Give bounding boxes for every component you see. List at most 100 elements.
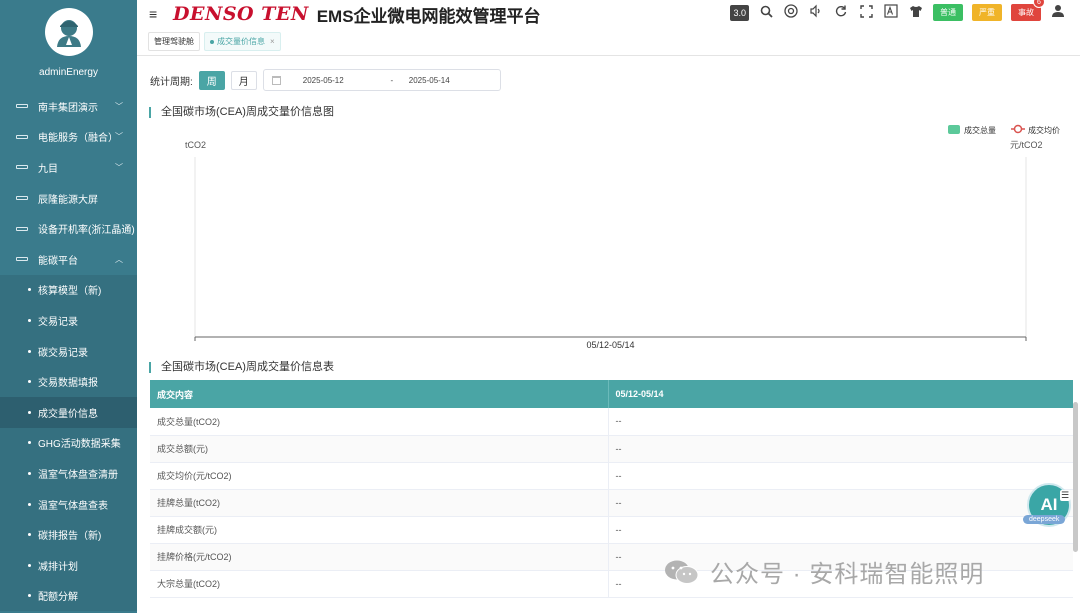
watermark-text: 公众号 · 安科瑞智能照明 bbox=[710, 561, 985, 588]
bullet-dot bbox=[28, 441, 31, 445]
user-icon[interactable] bbox=[1050, 4, 1066, 21]
sidebar-subitem-2[interactable]: 碳交易记录 bbox=[0, 335, 137, 367]
sidebar-menu: 南丰集团演示 ﹀ 电能服务（融合） ﹀ 九目 ﹀ 辰隆能源大屏 设备开机率(浙江晶通) 能碳平台… bbox=[0, 91, 137, 612]
x-tick-label: 05/12-05/14 bbox=[586, 340, 634, 350]
bullet-dot bbox=[28, 502, 31, 506]
version-badge[interactable]: 3.0 bbox=[730, 4, 749, 21]
row-value: -- bbox=[608, 408, 1073, 436]
row-label: 挂牌总量(tCO2) bbox=[150, 489, 609, 517]
table-row: 成交均价(元/tCO2) -- bbox=[150, 462, 1073, 490]
settings-sliders-icon[interactable]: ☰ bbox=[1060, 490, 1071, 501]
row-label: 大宗总量(tCO2) bbox=[150, 570, 609, 598]
sidebar-subitem-7[interactable]: 温室气体盘查表 bbox=[0, 488, 137, 520]
week-button[interactable]: 周 bbox=[198, 70, 225, 90]
close-icon[interactable]: × bbox=[270, 37, 275, 46]
chevron-icon: ﹀ bbox=[115, 101, 123, 111]
volume-icon[interactable] bbox=[808, 4, 824, 21]
avatar[interactable] bbox=[44, 8, 93, 56]
row-label: 成交总量(tCO2) bbox=[150, 408, 609, 436]
help-icon[interactable] bbox=[783, 4, 799, 21]
table-scrollbar[interactable] bbox=[1073, 402, 1078, 552]
font-size-icon[interactable] bbox=[883, 4, 899, 21]
sidebar-subitem-label: 温室气体盘查表 bbox=[38, 500, 108, 512]
row-label: 成交总额(元) bbox=[150, 435, 609, 463]
sidebar-item-2[interactable]: 九目 ﹀ bbox=[0, 152, 137, 183]
bullet-dot bbox=[28, 471, 31, 475]
sidebar: adminEnergy 南丰集团演示 ﹀ 电能服务（融合） ﹀ 九目 ﹀ 辰隆能源大屏 设备开… bbox=[0, 0, 137, 613]
sidebar-subitem-label: 交易记录 bbox=[38, 316, 78, 328]
brand-logo: DENSO TEN bbox=[173, 3, 309, 25]
sidebar-subitem-label: 碳排报告（新) bbox=[38, 531, 102, 543]
sidebar-subitem-1[interactable]: 交易记录 bbox=[0, 305, 137, 336]
sidebar-subitem-10[interactable]: 配额分解 bbox=[0, 580, 137, 612]
sidebar-subitem-8[interactable]: 碳排报告（新) bbox=[0, 519, 137, 550]
page-tabs: 管理驾驶舱 成交量价信息 × bbox=[137, 28, 1080, 56]
legend-volume-label: 成交总量 bbox=[964, 125, 996, 135]
chevron-icon: ︿ bbox=[115, 254, 123, 264]
app-title: EMS企业微电网能效管理平台 bbox=[316, 6, 541, 26]
sidebar-subitem-3[interactable]: 交易数据填报 bbox=[0, 366, 137, 397]
top-header: ≡ DENSO TEN EMS企业微电网能效管理平台 3.0 普通 严重 事故 … bbox=[137, 0, 1080, 28]
chevron-icon: ﹀ bbox=[115, 132, 123, 142]
table-row: 挂牌总量(tCO2) -- bbox=[150, 489, 1073, 517]
table-section-title: 全国碳市场(CEA)周成交量价信息表 bbox=[149, 362, 334, 373]
row-label: 挂牌成交额(元) bbox=[150, 516, 609, 544]
table-header-content: 成交内容 bbox=[150, 380, 609, 408]
active-dot bbox=[210, 39, 214, 44]
fullscreen-icon[interactable] bbox=[858, 4, 874, 21]
date-separator: - bbox=[390, 75, 394, 85]
row-value: -- bbox=[608, 516, 1073, 544]
menu-item-icon bbox=[16, 196, 28, 201]
legend-price-marker bbox=[1013, 124, 1023, 134]
table-header-row: 成交内容 05/12-05/14 bbox=[150, 380, 1073, 408]
menu-item-icon bbox=[16, 226, 28, 231]
sidebar-subitem-4[interactable]: 成交量价信息 bbox=[0, 396, 137, 428]
sidebar-subitem-label: GHG活动数据采集 bbox=[38, 439, 121, 451]
bullet-dot bbox=[28, 563, 31, 567]
sidebar-subitem-0[interactable]: 核算模型（新) bbox=[0, 274, 137, 306]
bullet-dot bbox=[28, 380, 31, 384]
notification-count: 6 bbox=[1033, 0, 1045, 8]
sidebar-subitem-5[interactable]: GHG活动数据采集 bbox=[0, 427, 137, 459]
sidebar-item-3[interactable]: 辰隆能源大屏 bbox=[0, 183, 137, 214]
menu-toggle-icon[interactable]: ≡ bbox=[149, 6, 163, 22]
menu-item-icon bbox=[16, 104, 28, 109]
trade-chart: 成交总量 成交均价 tCO2 元/tCO2 05/12-05/14 bbox=[185, 124, 1060, 350]
bullet-dot bbox=[28, 533, 31, 537]
bullet-dot bbox=[28, 349, 31, 353]
sidebar-subitem-label: 减排计划 bbox=[38, 561, 78, 573]
period-filter: 统计周期: 周 月 2025-05-12 - 2025-05-14 bbox=[150, 69, 501, 91]
sidebar-subitem-label: 碳交易记录 bbox=[38, 347, 88, 359]
sidebar-subitem-label: 交易数据填报 bbox=[38, 378, 98, 390]
alarm-severe-badge[interactable]: 严重 bbox=[972, 4, 1002, 21]
date-range-picker[interactable]: 2025-05-12 - 2025-05-14 bbox=[262, 69, 501, 91]
end-date[interactable]: 2025-05-14 bbox=[409, 76, 450, 85]
alarm-normal-badge[interactable]: 普通 bbox=[933, 4, 963, 21]
table-row: 成交总额(元) -- bbox=[150, 435, 1073, 463]
sidebar-item-label: 能碳平台 bbox=[38, 255, 78, 267]
user-worker-icon bbox=[56, 20, 81, 47]
bullet-dot bbox=[28, 318, 31, 322]
row-label: 挂牌价格(元/tCO2) bbox=[150, 543, 609, 571]
table-row: 挂牌成交额(元) -- bbox=[150, 516, 1073, 544]
search-icon[interactable] bbox=[758, 5, 774, 21]
sidebar-item-label: 电能服务（融合） bbox=[38, 133, 118, 145]
sidebar-item-4[interactable]: 设备开机率(浙江晶通) bbox=[0, 213, 137, 244]
refresh-icon[interactable] bbox=[833, 4, 849, 21]
legend-price-label: 成交均价 bbox=[1028, 125, 1060, 135]
alarm-accident-badge[interactable]: 事故 6 bbox=[1011, 0, 1045, 21]
month-button[interactable]: 月 bbox=[230, 70, 257, 90]
sidebar-subitem-6[interactable]: 温室气体盘查清册 bbox=[0, 458, 137, 489]
wechat-icon bbox=[665, 560, 699, 584]
tab-trade-price-info[interactable]: 成交量价信息 × bbox=[204, 32, 281, 51]
sidebar-item-0[interactable]: 南丰集团演示 ﹀ bbox=[0, 91, 137, 122]
tab-cockpit[interactable]: 管理驾驶舱 bbox=[148, 32, 200, 51]
sidebar-subitem-9[interactable]: 减排计划 bbox=[0, 549, 137, 581]
sidebar-item-5[interactable]: 能碳平台 ︿ bbox=[0, 244, 137, 275]
alarm-accident-label: 事故 bbox=[1018, 8, 1034, 17]
start-date[interactable]: 2025-05-12 bbox=[303, 76, 375, 85]
ai-assistant-label: deepseek bbox=[1023, 515, 1066, 524]
theme-shirt-icon[interactable] bbox=[908, 5, 924, 21]
row-value: -- bbox=[608, 489, 1073, 517]
sidebar-item-1[interactable]: 电能服务（融合） ﹀ bbox=[0, 122, 137, 153]
